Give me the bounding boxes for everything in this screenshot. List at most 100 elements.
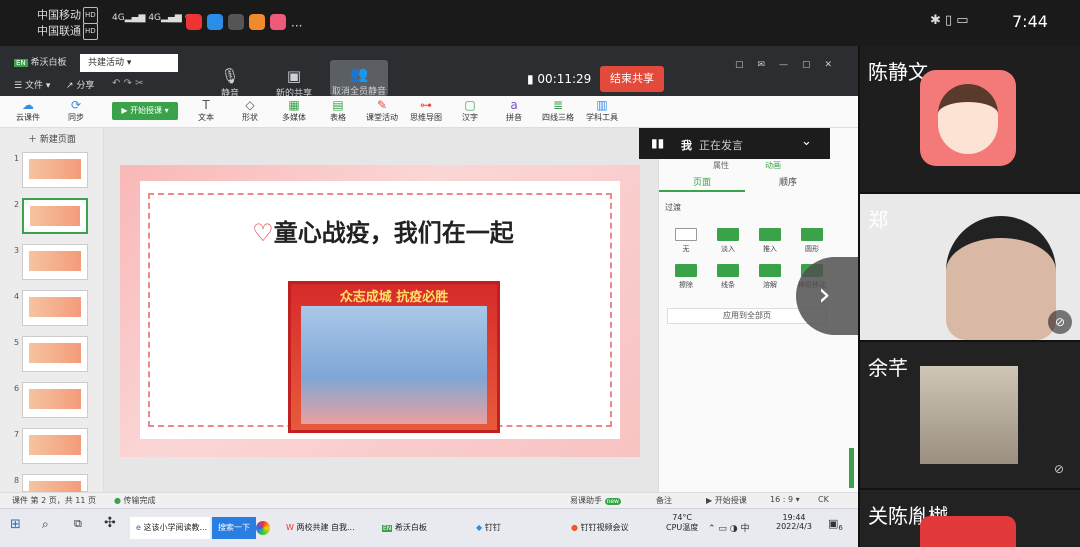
- page-count: 课件 第 2 页，共 11 页: [12, 496, 96, 505]
- tab-properties[interactable]: 属性: [713, 160, 729, 171]
- slide-thumbnail[interactable]: [22, 152, 88, 188]
- file-menu[interactable]: ☰ 文件 ▾: [14, 78, 50, 91]
- participant-tile-3[interactable]: 余芊 ⊘: [860, 342, 1080, 488]
- search-icon[interactable]: ⌕: [42, 517, 49, 532]
- unmute-all-button[interactable]: 👥 取消全员静音: [330, 60, 388, 97]
- participant-tile-4[interactable]: 关陈胤樾: [860, 490, 1080, 547]
- transition-label: 淡入: [721, 245, 735, 253]
- app-icon: [249, 14, 265, 30]
- slide-title: ♡童心战疫，我们在一起: [252, 219, 514, 247]
- share-menu[interactable]: ↗ 分享: [66, 78, 94, 91]
- task-wps[interactable]: W 两校共建 自我...: [280, 517, 361, 539]
- search-once-button[interactable]: 搜索一下: [212, 517, 256, 539]
- shape-icon: ◇: [245, 98, 255, 112]
- scrollbar[interactable]: [849, 448, 854, 488]
- ratio-selector[interactable]: 16 : 9 ▾: [770, 495, 800, 504]
- transition-option[interactable]: 擦除: [667, 264, 705, 290]
- share-timer: ▮ 00:11:29: [527, 72, 592, 86]
- hanzi-tool[interactable]: ▢ 汉字: [448, 98, 492, 123]
- speaking-text: 正在发言: [699, 139, 743, 152]
- activity-tool[interactable]: ✎ 课堂活动: [360, 98, 404, 123]
- task-view-icon[interactable]: ⧉: [74, 517, 82, 531]
- tab-easinote[interactable]: EN 希沃白板: [6, 54, 75, 72]
- carrier-1: 中国移动 HD: [37, 7, 98, 24]
- new-page-button[interactable]: ＋ 新建页面: [28, 132, 76, 145]
- new-share-button[interactable]: ▣ 新的共享: [266, 66, 322, 99]
- transition-option[interactable]: 推入: [751, 228, 789, 254]
- transition-label: 过渡: [665, 203, 681, 212]
- slide-thumbnail[interactable]: [22, 382, 88, 418]
- sync-button[interactable]: ⟳ 同步: [54, 98, 98, 123]
- text-icon: T: [202, 98, 210, 112]
- window-controls[interactable]: ▢✉—▢✕: [735, 60, 846, 70]
- slide-thumbnail[interactable]: [22, 198, 88, 234]
- participant-tile-1[interactable]: 陈静文: [860, 46, 1080, 192]
- task-dingtalk[interactable]: ◆ 钉钉: [470, 517, 507, 539]
- transition-label: 溶解: [763, 281, 777, 289]
- cloud-icon: ☁: [22, 98, 34, 112]
- tab-order[interactable]: 顺序: [745, 174, 831, 192]
- taskbar-clock: 19:44 2022/4/3: [776, 513, 812, 531]
- fan-icon[interactable]: ✣: [104, 515, 116, 531]
- transition-option[interactable]: 淡入: [709, 228, 747, 254]
- dingtalk-icon: ◆: [476, 523, 483, 532]
- mic-icon: 🎙: [220, 67, 240, 85]
- slide-thumbnail[interactable]: [22, 290, 88, 326]
- mute-button[interactable]: 🎙 静音: [202, 66, 258, 99]
- mindmap-tool[interactable]: ⊶ 思维导图: [404, 98, 448, 123]
- tray-icons[interactable]: ⌃ ▭ ◑ 中: [708, 521, 749, 534]
- task-easinote[interactable]: EN 希沃白板: [376, 517, 433, 539]
- assistant-button[interactable]: 易课助手 new: [570, 495, 621, 506]
- avatar: [920, 516, 1016, 547]
- slide-thumbnails: ＋ 新建页面 1 2 3 4 5 6 7 8: [0, 128, 104, 501]
- slide-thumbnail[interactable]: [22, 474, 88, 501]
- four-line-tool[interactable]: ≣ 四线三格: [536, 98, 580, 123]
- browser-task[interactable]: e 这该小学阅读教...: [130, 517, 210, 539]
- notification-icon[interactable]: ▣6: [828, 517, 843, 532]
- tab-activity[interactable]: 共建活动 ▾: [80, 54, 178, 72]
- windows-taskbar: ⊞ ⌕ ⧉ ✣ e 这该小学阅读教... 搜索一下 W 两校共建 自我... E…: [0, 508, 858, 547]
- shape-tool[interactable]: ◇ 形状: [228, 98, 272, 123]
- chevron-down-icon[interactable]: ⌄: [801, 134, 812, 149]
- signal-icons: 4G▂▄▆ 4G▂▄▆ ◠: [112, 13, 193, 23]
- windows-start-icon[interactable]: ⊞: [10, 517, 21, 532]
- subject-tools[interactable]: ▥ 学科工具: [580, 98, 624, 123]
- task-dingtalk-meeting[interactable]: ● 钉钉视频会议: [565, 517, 635, 539]
- app-icon: [186, 14, 202, 30]
- slide-thumbnail[interactable]: [22, 244, 88, 280]
- transition-option[interactable]: 溶解: [751, 264, 789, 290]
- cloud-course-button[interactable]: ☁ 云课件: [6, 98, 50, 123]
- table-tool[interactable]: ▤ 表格: [316, 98, 360, 123]
- slide-thumbnail[interactable]: [22, 428, 88, 464]
- media-tool[interactable]: ▦ 多媒体: [272, 98, 316, 123]
- share-screen-icon: ▣: [286, 67, 302, 85]
- title-bar: EN 希沃白板 共建活动 ▾ ☰ 文件 ▾ ↗ 分享 ↶ ↷ ✂ 🎙 静音 ▣ 新的…: [0, 46, 858, 99]
- shared-screen: EN 希沃白板 共建活动 ▾ ☰ 文件 ▾ ↗ 分享 ↶ ↷ ✂ 🎙 静音 ▣ 新的…: [0, 46, 858, 508]
- pinyin-tool[interactable]: a 拼音: [492, 98, 536, 123]
- tab-page[interactable]: 页面: [659, 174, 745, 192]
- transition-option[interactable]: 无: [667, 228, 705, 254]
- participant-video: [920, 366, 1018, 464]
- app-icon: [270, 14, 286, 30]
- transition-label: 推入: [763, 245, 777, 253]
- text-tool[interactable]: T 文本: [184, 98, 228, 123]
- transition-option[interactable]: 线条: [709, 264, 747, 290]
- undo-redo-cut-icons[interactable]: ↶ ↷ ✂: [112, 78, 144, 89]
- cpu-temp: 74°C CPU温度: [666, 513, 699, 532]
- browser-icon: e: [136, 523, 141, 532]
- check-icon: ●: [114, 496, 121, 505]
- start-class-status-button[interactable]: ▶ 开始授课: [706, 495, 747, 506]
- lines-icon: ≣: [552, 98, 564, 112]
- participant-video: [946, 216, 1056, 340]
- transition-option[interactable]: 圆形: [793, 228, 831, 254]
- heart-icon: ♡: [252, 219, 274, 247]
- notes-button[interactable]: 备注: [656, 495, 672, 506]
- participant-tile-2[interactable]: 郑 ⊘: [860, 194, 1080, 340]
- slide-thumbnail[interactable]: [22, 336, 88, 372]
- mic-off-icon: ⊘: [1054, 462, 1065, 476]
- start-class-button[interactable]: ▶ 开始授课 ▾: [112, 102, 178, 120]
- end-share-button[interactable]: 结束共享: [600, 66, 664, 92]
- slide-number: 2: [14, 200, 20, 209]
- chrome-icon[interactable]: [256, 521, 270, 535]
- tab-animation[interactable]: 动画: [765, 160, 781, 171]
